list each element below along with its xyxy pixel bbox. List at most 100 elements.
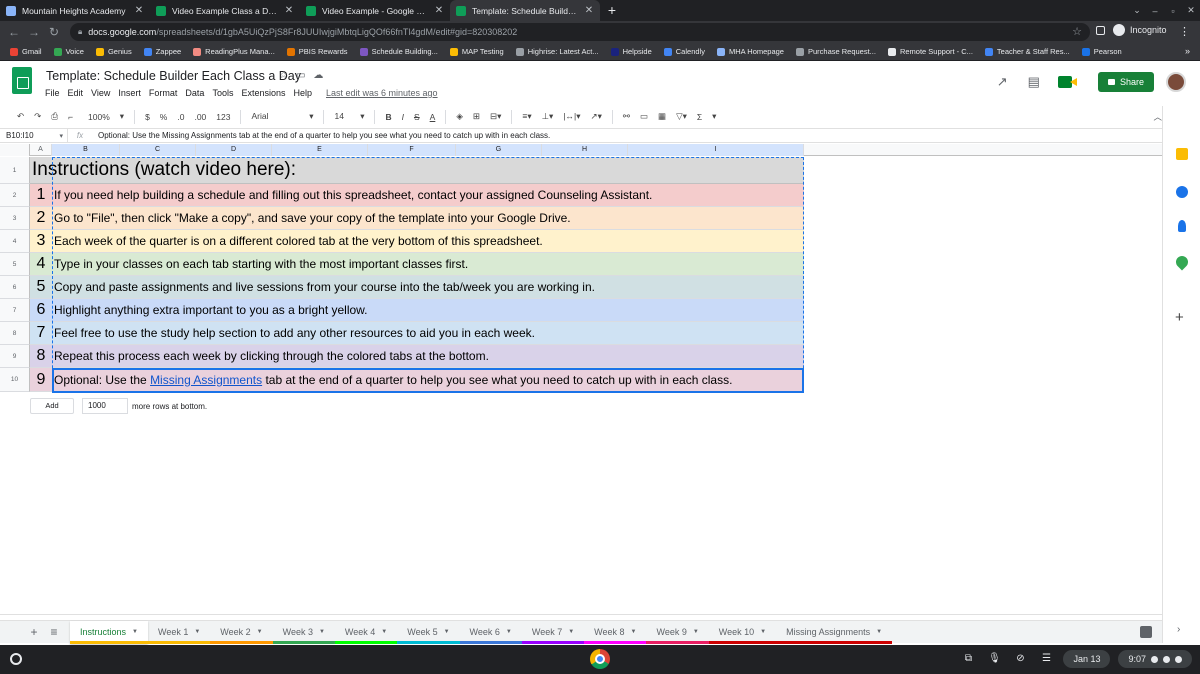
menu-help[interactable]: Help xyxy=(293,88,312,98)
browser-tab[interactable]: Video Example - Google Sheets ✕ xyxy=(300,0,450,21)
back-icon[interactable]: ← xyxy=(4,25,24,39)
forward-icon[interactable]: → xyxy=(24,25,44,39)
insert-comment-icon[interactable]: ▭ xyxy=(640,111,648,122)
instructions-heading-row[interactable]: Instructions (watch video here): xyxy=(30,157,804,184)
avatar[interactable] xyxy=(1166,72,1186,92)
row-header-9[interactable]: 9 xyxy=(0,345,30,368)
column-header-e[interactable]: E xyxy=(272,144,368,156)
close-window-icon[interactable]: ✕ xyxy=(1182,5,1200,16)
launcher-icon[interactable] xyxy=(10,653,22,665)
menu-extensions[interactable]: Extensions xyxy=(241,88,285,98)
column-header-g[interactable]: G xyxy=(456,144,542,156)
tasks-icon[interactable] xyxy=(1176,186,1188,198)
row-header-2[interactable]: 2 xyxy=(0,184,30,207)
contacts-icon[interactable] xyxy=(1178,220,1186,232)
more-formats-button[interactable]: 123 xyxy=(216,112,230,122)
paint-format-icon[interactable]: ⌐ xyxy=(68,112,73,122)
bookmark-item[interactable]: PBIS Rewards xyxy=(286,47,348,56)
sheet-tab[interactable]: Week 6 ▼ xyxy=(459,621,522,644)
bookmark-star-icon[interactable]: ☆ xyxy=(1072,25,1082,38)
bookmark-item[interactable]: ReadingPlus Mana... xyxy=(193,47,275,56)
chevron-down-icon[interactable]: ▼ xyxy=(760,629,766,635)
column-header-d[interactable]: D xyxy=(196,144,272,156)
table-row[interactable]: 4 Type in your classes on each tab start… xyxy=(30,253,804,276)
move-folder-icon[interactable]: ▭ xyxy=(296,70,305,81)
bookmark-item[interactable]: Teacher & Staff Res... xyxy=(984,47,1070,56)
row-header-5[interactable]: 5 xyxy=(0,253,30,276)
explore-icon[interactable] xyxy=(1140,626,1152,638)
date-pill[interactable]: Jan 13 xyxy=(1063,650,1111,668)
row-header-8[interactable]: 8 xyxy=(0,322,30,345)
tab-close-icon[interactable]: ✕ xyxy=(284,5,294,16)
row-header-6[interactable]: 6 xyxy=(0,276,30,299)
select-all-corner[interactable] xyxy=(0,144,30,156)
add-addon-icon[interactable]: + xyxy=(1175,309,1184,326)
bookmark-item[interactable]: MAP Testing xyxy=(449,47,504,56)
add-rows-count-input[interactable]: 1000 xyxy=(82,398,128,414)
table-row[interactable]: 3 Each week of the quarter is on a diffe… xyxy=(30,230,804,253)
zoom-select[interactable]: 100% xyxy=(88,112,110,122)
chevron-down-icon[interactable]: ▼ xyxy=(693,629,699,635)
chevron-down-icon[interactable]: ▼ xyxy=(568,629,574,635)
more-menu-icon[interactable]: ⋮ xyxy=(1179,25,1190,38)
decrease-decimal-button[interactable]: .0 xyxy=(177,112,184,122)
bookmark-item[interactable]: MHA Homepage xyxy=(716,47,784,56)
row-header-1[interactable]: 1 xyxy=(0,157,30,184)
screen-capture-icon[interactable]: ⧉ xyxy=(959,650,977,668)
row-header-10[interactable]: 10 xyxy=(0,368,30,392)
menu-tools[interactable]: Tools xyxy=(212,88,233,98)
currency-button[interactable]: $ xyxy=(145,112,150,122)
text-rotate-icon[interactable]: ↗▾ xyxy=(590,111,601,122)
font-select[interactable]: Arial ▾ xyxy=(251,111,313,122)
sheet-tab[interactable]: Week 7 ▼ xyxy=(521,621,585,644)
align-horizontal-icon[interactable]: ≡▾ xyxy=(522,111,531,122)
menu-edit[interactable]: Edit xyxy=(68,88,84,98)
add-sheet-icon[interactable]: + xyxy=(24,625,44,639)
browser-tab[interactable]: Video Example Class a Day - Go ✕ xyxy=(150,0,300,21)
filter-icon[interactable]: ▽▾ xyxy=(676,111,687,122)
table-row[interactable]: 7 Feel free to use the study help sectio… xyxy=(30,322,804,345)
row-header-3[interactable]: 3 xyxy=(0,207,30,230)
bookmark-item[interactable]: Helpside xyxy=(610,47,652,56)
font-size-select[interactable]: 14 ▾ xyxy=(334,111,364,122)
increase-decimal-button[interactable]: .00 xyxy=(194,112,206,122)
chevron-down-icon[interactable]: ▼ xyxy=(257,629,263,635)
redo-icon[interactable]: ↷ xyxy=(34,111,41,122)
column-header-c[interactable]: C xyxy=(120,144,196,156)
bookmark-item[interactable]: Genius xyxy=(95,47,132,56)
cloud-status-icon[interactable]: ☁ xyxy=(313,70,323,81)
chevron-down-icon[interactable]: ▼ xyxy=(319,629,325,635)
share-button[interactable]: Share xyxy=(1097,72,1154,92)
italic-button[interactable]: I xyxy=(402,112,404,122)
document-title[interactable]: Template: Schedule Builder Each Class a … xyxy=(46,69,301,83)
chevron-down-icon[interactable]: ▼ xyxy=(132,629,138,635)
menu-format[interactable]: Format xyxy=(149,88,178,98)
name-box[interactable]: B10:I10 ▾ xyxy=(0,129,68,142)
menu-data[interactable]: Data xyxy=(185,88,204,98)
sheet-tab[interactable]: Instructions ▼ xyxy=(70,620,148,644)
insert-chart-icon[interactable]: ▦ xyxy=(658,111,666,122)
star-icon[interactable]: ☆ xyxy=(279,70,288,81)
reload-icon[interactable]: ↻ xyxy=(44,25,64,39)
align-vertical-icon[interactable]: ⊥▾ xyxy=(542,111,554,122)
chevron-down-icon[interactable]: ▼ xyxy=(506,629,512,635)
text-color-button[interactable]: A xyxy=(430,112,436,122)
browser-tab[interactable]: Mountain Heights Academy ✕ xyxy=(0,0,150,21)
collapse-menus-icon[interactable]: ︿ xyxy=(1153,111,1162,123)
column-header-h[interactable]: H xyxy=(542,144,628,156)
bold-button[interactable]: B xyxy=(385,112,391,122)
bookmark-item[interactable]: Pearson xyxy=(1081,47,1122,56)
row-header-7[interactable]: 7 xyxy=(0,299,30,322)
bookmark-item[interactable]: Purchase Request... xyxy=(795,47,876,56)
menu-file[interactable]: File xyxy=(45,88,60,98)
tab-close-icon[interactable]: ✕ xyxy=(584,5,594,16)
sheet-tab[interactable]: Week 9 ▼ xyxy=(646,621,709,644)
chevron-down-icon[interactable]: ⌄ xyxy=(1128,5,1146,16)
missing-assignments-link[interactable]: Missing Assignments xyxy=(150,373,262,387)
column-header-i[interactable]: I xyxy=(628,144,804,156)
print-icon[interactable]: ⎙ xyxy=(51,111,58,122)
strikethrough-button[interactable]: S xyxy=(414,112,420,122)
fill-color-icon[interactable]: ◈ xyxy=(456,111,463,122)
tab-close-icon[interactable]: ✕ xyxy=(434,5,444,16)
table-row[interactable]: 1 If you need help building a schedule a… xyxy=(30,184,804,207)
